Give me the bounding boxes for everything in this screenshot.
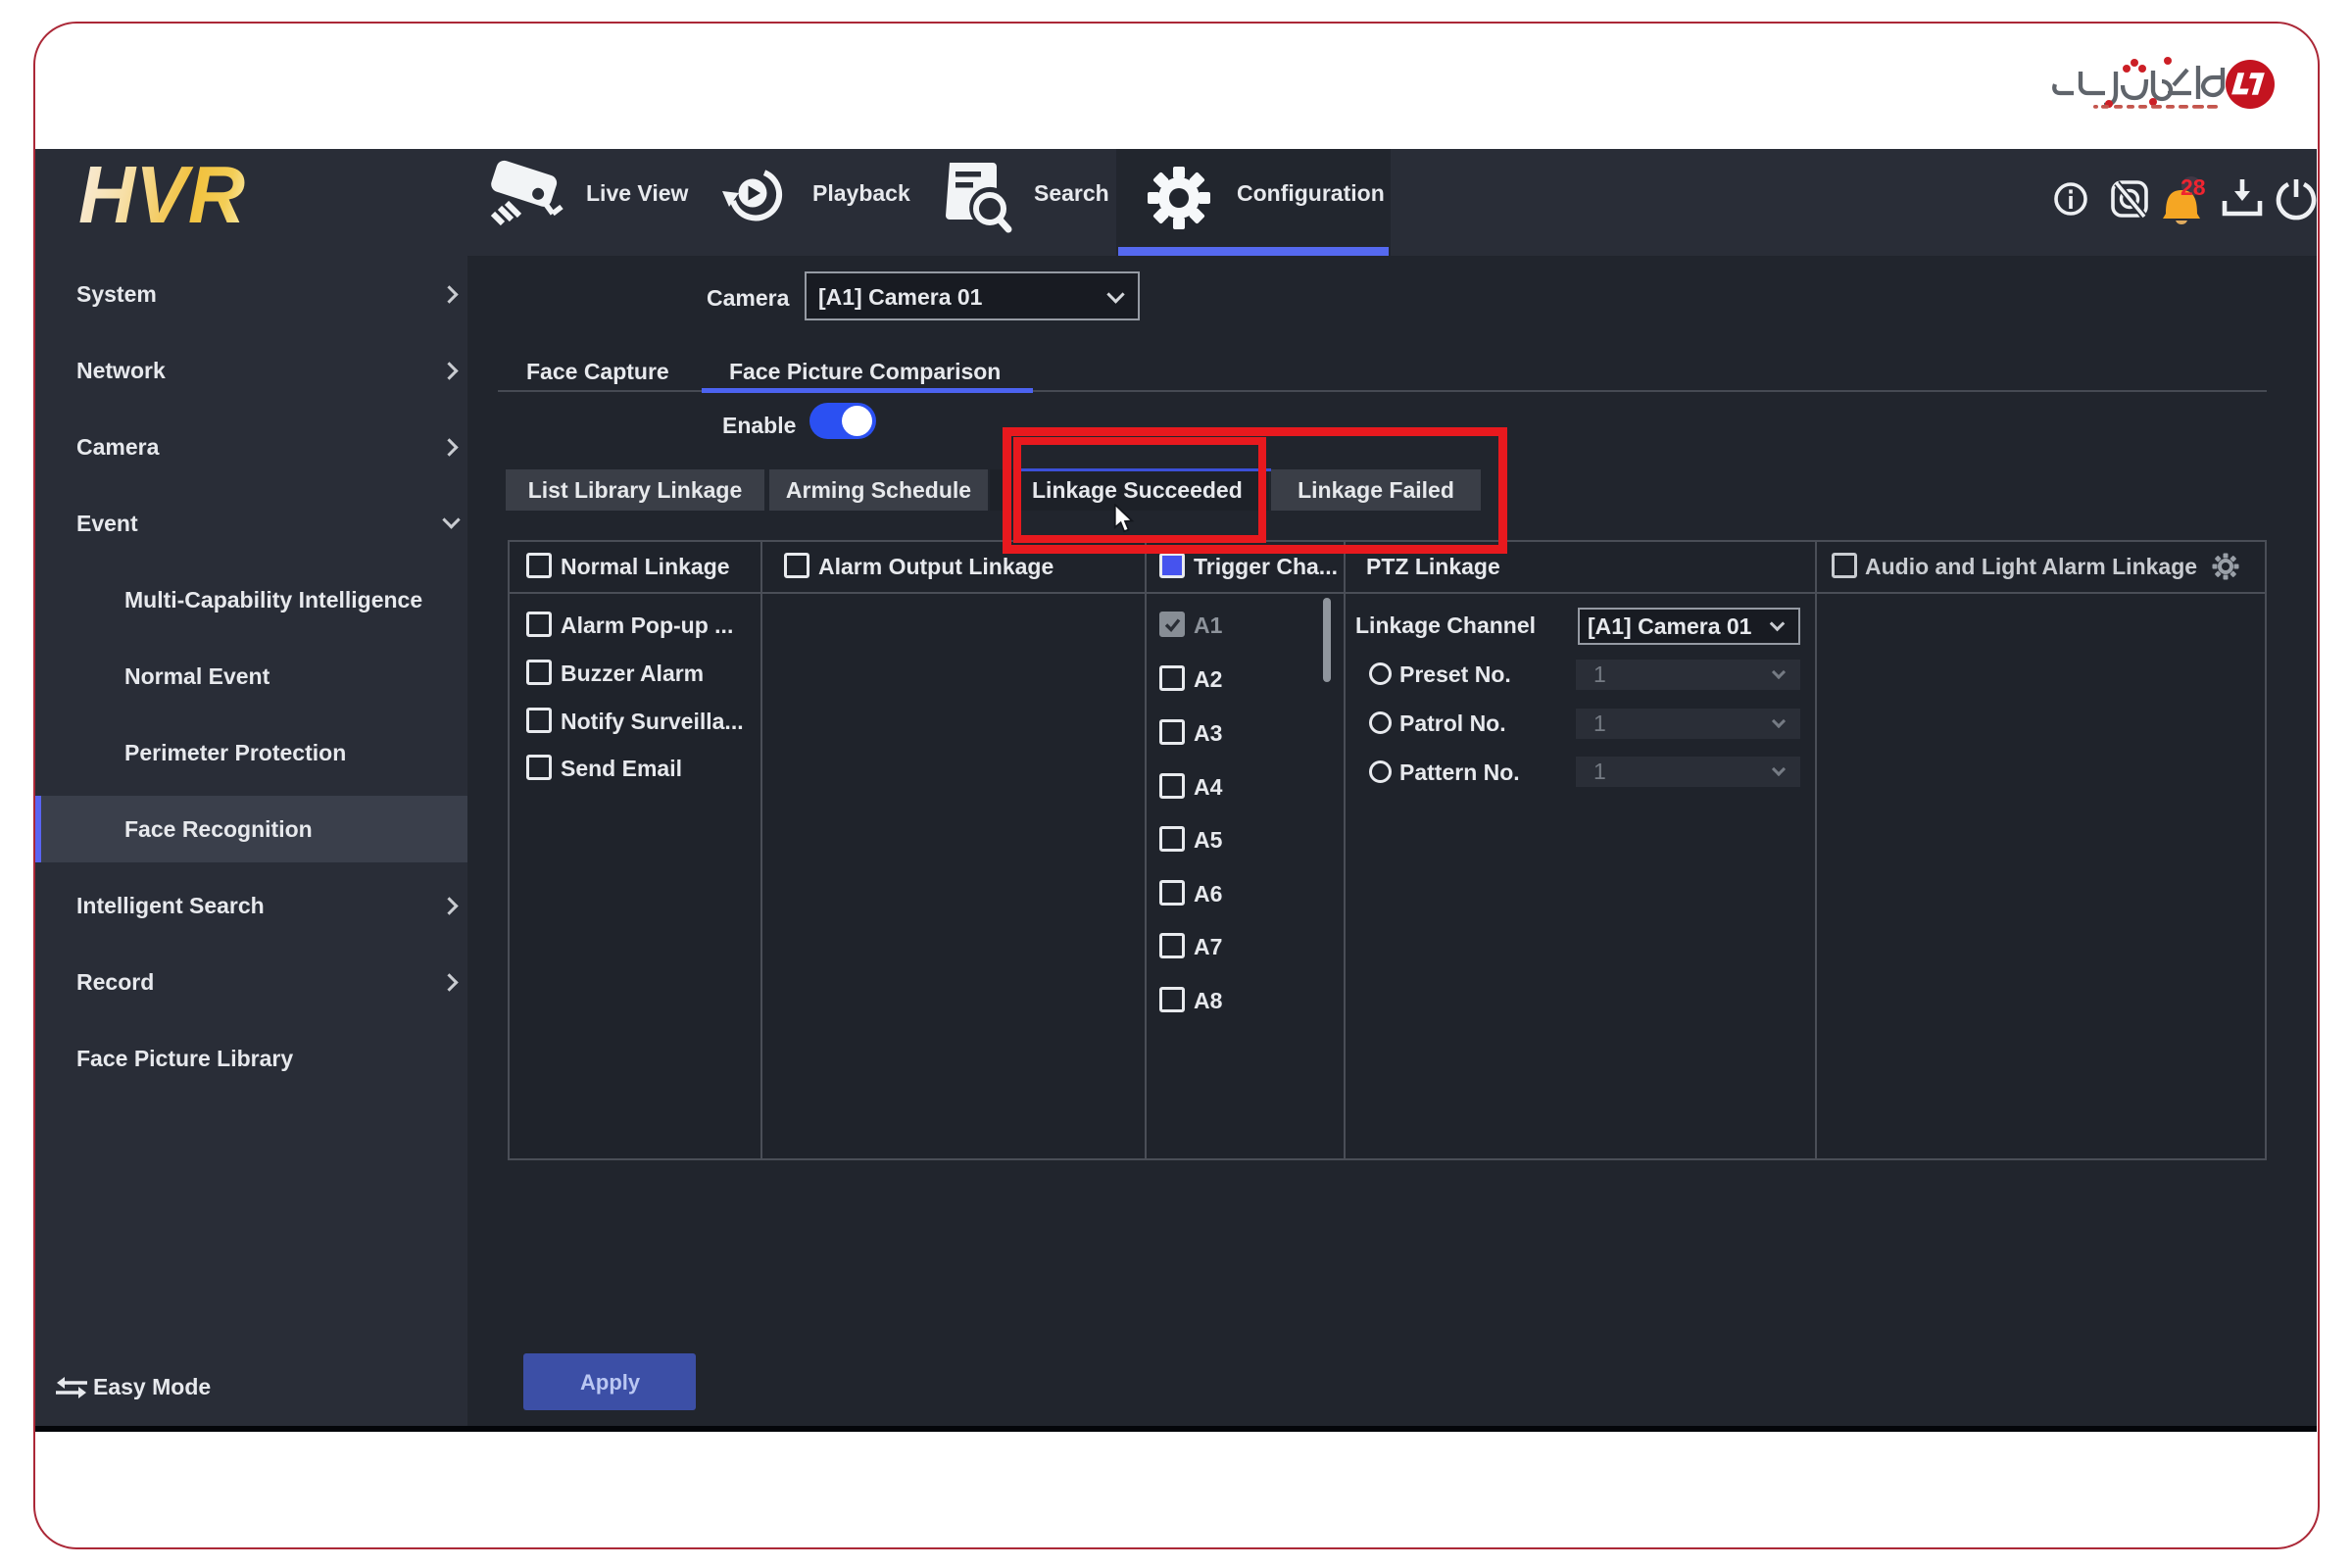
svg-text:28: 28 [2180, 174, 2206, 200]
